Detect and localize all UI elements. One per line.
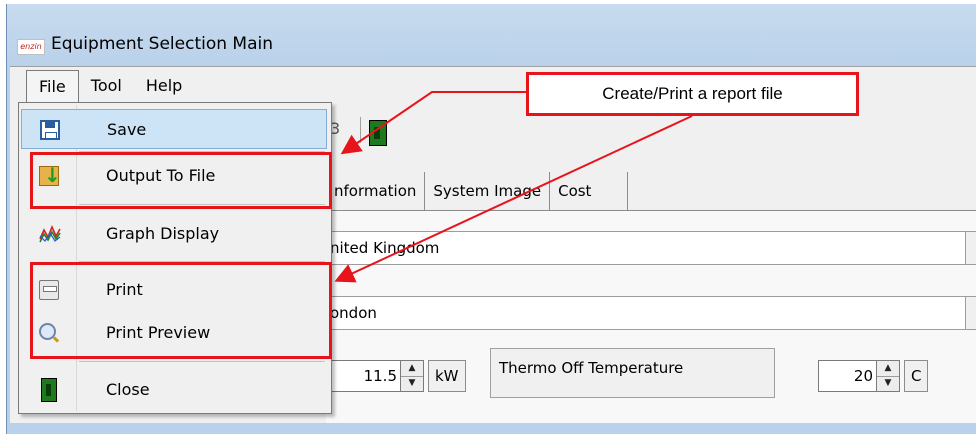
arrow-to-print — [334, 115, 693, 283]
arrow-to-output — [340, 91, 526, 155]
annotation-arrows — [334, 91, 693, 283]
